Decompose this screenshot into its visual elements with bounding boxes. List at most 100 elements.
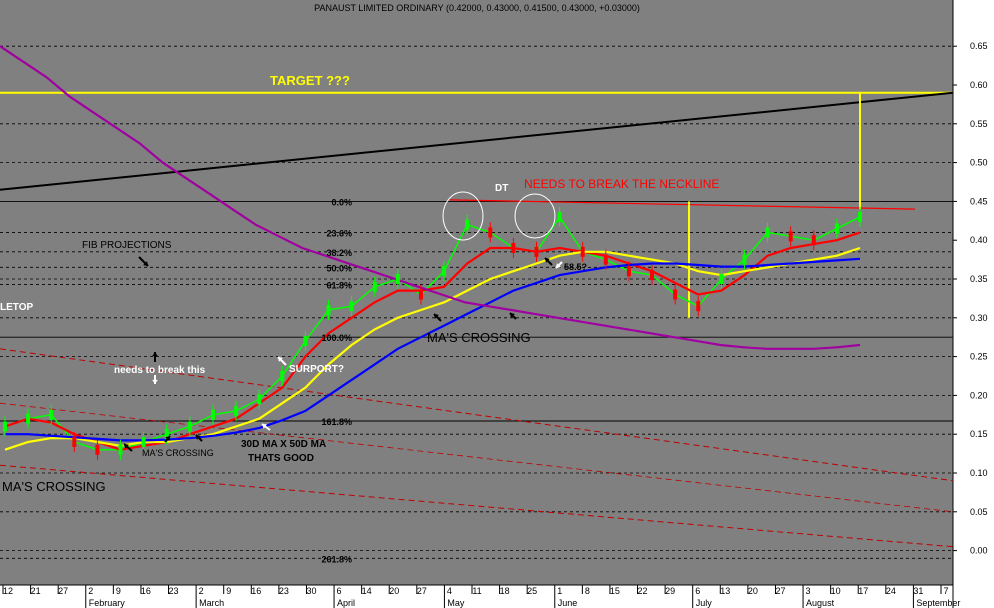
candle-body [765,227,770,238]
annotation-fib-585: 58.5? [564,262,587,272]
x-tick-label: 20 [389,586,399,596]
fib-level-label: 261.8% [321,554,352,564]
x-tick-label: 27 [417,586,427,596]
x-tick-label: 16 [251,586,261,596]
x-tick-label: 13 [720,586,730,596]
x-tick-label: 30 [306,586,316,596]
candle-body [719,274,724,284]
x-tick-label: 24 [886,586,896,596]
candle-body [118,444,123,455]
candle-body [3,421,7,432]
candle-body [26,413,31,424]
candle-body [534,246,539,257]
annotation-target: TARGET ??? [270,73,350,88]
y-tick-label: 0.45 [970,196,988,206]
x-tick-label: 9 [226,586,231,596]
chart-title: PANAUST LIMITED ORDINARY (0.42000, 0.430… [314,3,640,13]
candle-body [580,246,585,257]
fib-level-label: 100.0% [321,333,352,343]
x-tick-label: 6 [695,586,700,596]
y-tick-label: 0.35 [970,274,988,284]
x-tick-label: 16 [141,586,151,596]
x-month-label: May [447,598,465,608]
candle-body [141,436,146,447]
fib-level-label: 23.6% [326,228,352,238]
candle-body [442,266,447,277]
fib-level-label: 38.2% [326,248,352,258]
x-tick-label: 31 [913,586,923,596]
plot-area [0,0,953,585]
annotation-ma-cross: 30D MA X 50D MA [241,439,326,450]
x-tick-label: 3 [806,586,811,596]
price-chart: 0.0% 23.6% 38.2% 50.0% 61.8% 100.0% 161.8% 261.… [0,0,994,608]
x-month-label: March [199,598,224,608]
x-tick-label: 18 [500,586,510,596]
x-tick-label: 9 [116,586,121,596]
candle-body [650,270,655,281]
annotation-needs-break: needs to break this [114,365,206,376]
candle-body [395,274,400,284]
x-tick-label: 1 [557,586,562,596]
y-tick-label: 0.40 [970,235,988,245]
annotation-neckline: NEEDS TO BREAK THE NECKLINE [524,177,719,191]
annotation-mas-crossing-left: MA'S CROSSING [2,479,106,494]
annotation-dt: DT [495,183,508,194]
x-tick-label: 14 [362,586,372,596]
candle-body [626,266,631,277]
x-tick-label: 12 [3,586,13,596]
chart-root: 0.0% 23.6% 38.2% 50.0% 61.8% 100.0% 161.8% 261.… [0,0,994,608]
candle-body [280,371,285,381]
x-month-label: July [696,598,713,608]
candle-body [858,211,862,222]
annotation-fib-projections: FIB PROJECTIONS [82,240,172,251]
y-tick-label: 0.30 [970,313,988,323]
y-tick-label: 0.65 [970,41,988,51]
candle-body [72,436,77,447]
fib-level-label: 161.8% [321,417,352,427]
candle-body [788,231,793,242]
x-tick-label: 4 [447,586,452,596]
candle-body [234,405,239,416]
candle-body [187,421,192,432]
candle-body [326,305,331,316]
candle-body [303,336,308,347]
fib-level-label: 61.8% [326,280,352,290]
y-tick-label: 0.55 [970,119,988,129]
x-tick-label: 25 [527,586,537,596]
annotation-letop: LETOP [0,302,33,313]
candle-body [95,444,100,455]
candle-body [834,223,839,234]
annotation-surport: SURPORT? [289,364,344,375]
x-tick-label: 29 [665,586,675,596]
x-tick-label: 11 [472,586,481,596]
x-tick-label: 2 [199,586,204,596]
x-tick-label: 8 [585,586,590,596]
candle-body [673,289,678,300]
annotation-mas-crossing-small: MA'S CROSSING [142,448,214,458]
fib-level-label: 50.0% [326,263,352,273]
annotation-thats-good: THATS GOOD [248,453,314,464]
candle-body [418,289,423,300]
y-tick-label: 0.10 [970,468,988,478]
x-tick-label: 2 [88,586,93,596]
candle-body [465,219,470,230]
x-tick-label: 21 [31,586,41,596]
y-tick-label: 0.50 [970,158,988,168]
y-tick-label: 0.20 [970,390,988,400]
x-tick-label: 23 [169,586,179,596]
x-tick-label: 22 [638,586,648,596]
candle-body [349,301,354,312]
x-month-label: August [806,598,835,608]
y-tick-label: 0.60 [970,80,988,90]
x-tick-label: 6 [337,586,342,596]
x-tick-label: 7 [943,586,948,596]
candle-body [511,242,516,253]
x-tick-label: 23 [279,586,289,596]
x-month-label: February [89,598,126,608]
y-tick-label: 0.15 [970,429,988,439]
x-tick-label: 27 [775,586,785,596]
candle-body [257,394,262,405]
y-tick-label: 0.25 [970,352,988,362]
candle-body [696,301,701,312]
y-tick-label: 0.05 [970,507,988,517]
